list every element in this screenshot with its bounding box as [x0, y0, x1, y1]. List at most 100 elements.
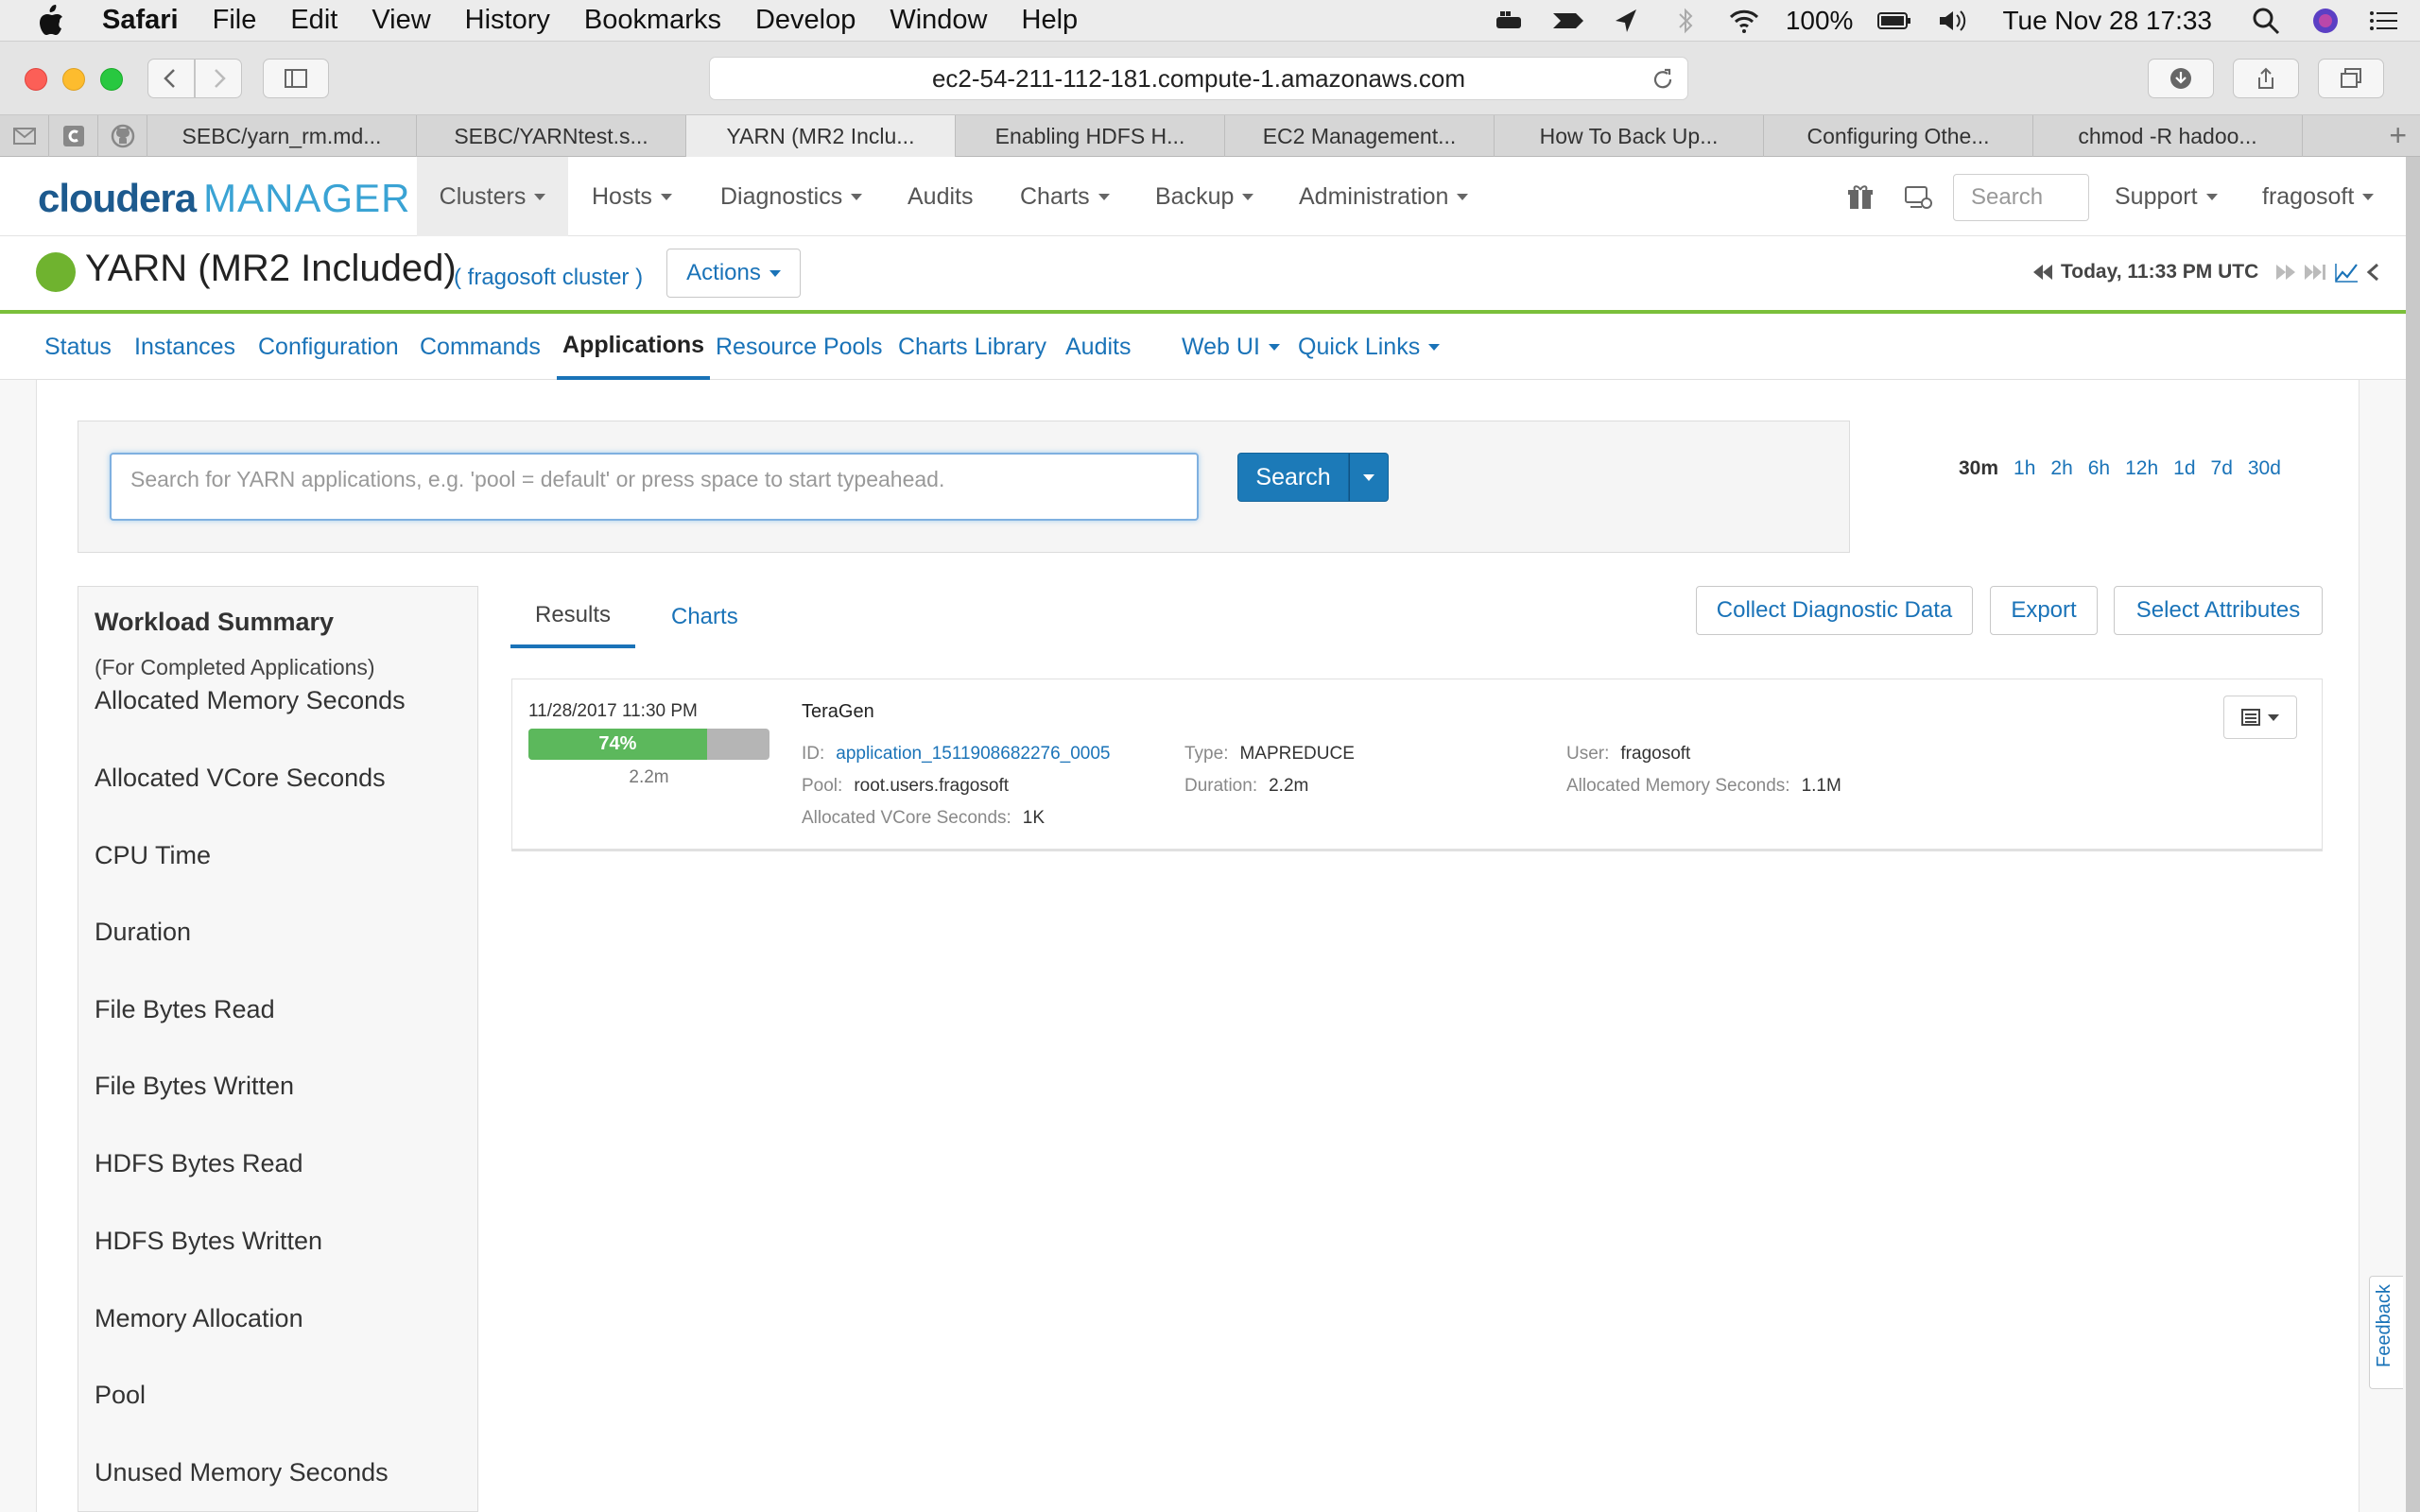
- subnav-instances[interactable]: Instances: [134, 314, 235, 380]
- subnav-web-ui[interactable]: Web UI: [1182, 314, 1280, 380]
- workload-item[interactable]: Memory Allocation: [95, 1304, 303, 1333]
- subnav-quick-links[interactable]: Quick Links: [1298, 314, 1441, 380]
- app-actions-menu-button[interactable]: [2223, 696, 2297, 739]
- new-tab-button[interactable]: +: [2303, 115, 2420, 156]
- workload-item[interactable]: CPU Time: [95, 841, 211, 870]
- select-attributes-button[interactable]: Select Attributes: [2114, 586, 2323, 635]
- range-30m[interactable]: 30m: [1959, 457, 1998, 480]
- workload-item[interactable]: Unused Memory Seconds: [95, 1458, 389, 1487]
- running-commands-icon[interactable]: [1903, 183, 1933, 212]
- menu-file[interactable]: File: [213, 5, 257, 36]
- close-window-button[interactable]: [25, 68, 47, 91]
- gift-icon[interactable]: [1846, 183, 1875, 212]
- fast-forward-icon[interactable]: [2275, 263, 2296, 282]
- tab-configuring-other[interactable]: Configuring Othe...: [1764, 115, 2033, 157]
- actions-button[interactable]: Actions: [666, 249, 801, 298]
- yarn-app-search-input[interactable]: Search for YARN applications, e.g. 'pool…: [110, 453, 1199, 521]
- tab-yarn-mr2[interactable]: YARN (MR2 Inclu...: [686, 115, 956, 157]
- wifi-icon[interactable]: [1727, 6, 1761, 36]
- tab-enabling-hdfs[interactable]: Enabling HDFS H...: [956, 115, 1225, 157]
- tab-overview-button[interactable]: [2318, 59, 2384, 98]
- range-7d[interactable]: 7d: [2211, 457, 2233, 480]
- tab-results[interactable]: Results: [510, 586, 635, 648]
- docker-icon[interactable]: [1493, 6, 1527, 36]
- nav-charts[interactable]: Charts: [1020, 157, 1110, 236]
- address-bar[interactable]: ec2-54-211-112-181.compute-1.amazonaws.c…: [709, 57, 1688, 100]
- search-options-dropdown[interactable]: [1349, 453, 1389, 502]
- nav-hosts[interactable]: Hosts: [592, 157, 672, 236]
- transfer-icon[interactable]: [1551, 6, 1585, 36]
- minimize-window-button[interactable]: [62, 68, 85, 91]
- workload-item[interactable]: Pool: [95, 1381, 146, 1410]
- workload-item[interactable]: Allocated Memory Seconds: [95, 686, 406, 715]
- tab-sebc-yarn-rm[interactable]: SEBC/yarn_rm.md...: [147, 115, 417, 157]
- menu-help[interactable]: Help: [1022, 5, 1079, 36]
- range-1d[interactable]: 1d: [2173, 457, 2195, 480]
- battery-icon[interactable]: [1877, 6, 1911, 36]
- reload-icon[interactable]: [1650, 66, 1676, 93]
- forward-button[interactable]: [195, 59, 242, 98]
- range-2h[interactable]: 2h: [2050, 457, 2072, 480]
- downloads-button[interactable]: [2148, 59, 2214, 98]
- sidebar-toggle-button[interactable]: [263, 59, 329, 98]
- workload-item[interactable]: Allocated VCore Seconds: [95, 764, 386, 793]
- range-30d[interactable]: 30d: [2248, 457, 2281, 480]
- menu-develop[interactable]: Develop: [755, 5, 856, 36]
- back-button[interactable]: [147, 59, 195, 98]
- export-button[interactable]: Export: [1990, 586, 2098, 635]
- menu-window[interactable]: Window: [890, 5, 987, 36]
- nav-audits[interactable]: Audits: [908, 157, 973, 236]
- tab-ec2-management[interactable]: EC2 Management...: [1225, 115, 1495, 157]
- clock[interactable]: Tue Nov 28 17:33: [2002, 6, 2212, 36]
- pinned-tab-mail[interactable]: [0, 115, 49, 157]
- apple-icon[interactable]: [38, 4, 64, 37]
- volume-icon[interactable]: [1936, 6, 1970, 36]
- cloudera-manager-logo[interactable]: cloudera MANAGER: [38, 176, 410, 221]
- nav-clusters[interactable]: Clusters: [417, 157, 568, 236]
- cluster-link[interactable]: ( fragosoft cluster ): [454, 265, 643, 291]
- feedback-tab[interactable]: Feedback: [2369, 1276, 2403, 1389]
- location-arrow-icon[interactable]: [1610, 6, 1644, 36]
- range-12h[interactable]: 12h: [2125, 457, 2158, 480]
- range-6h[interactable]: 6h: [2088, 457, 2110, 480]
- current-time-label[interactable]: Today, 11:33 PM UTC: [2061, 261, 2258, 284]
- workload-item[interactable]: File Bytes Read: [95, 995, 275, 1024]
- app-id-link[interactable]: application_1511908682276_0005: [836, 744, 1110, 764]
- workload-item[interactable]: Duration: [95, 918, 191, 947]
- subnav-audits[interactable]: Audits: [1065, 314, 1131, 380]
- subnav-status[interactable]: Status: [44, 314, 112, 380]
- chart-line-icon[interactable]: [2334, 262, 2359, 283]
- menu-bookmarks[interactable]: Bookmarks: [584, 5, 721, 36]
- collapse-left-icon[interactable]: [2366, 263, 2381, 282]
- siri-icon[interactable]: [2308, 6, 2342, 36]
- nav-backup[interactable]: Backup: [1155, 157, 1254, 236]
- rewind-icon[interactable]: [2032, 263, 2053, 282]
- workload-item[interactable]: HDFS Bytes Read: [95, 1149, 303, 1178]
- share-button[interactable]: [2233, 59, 2299, 98]
- subnav-applications[interactable]: Applications: [557, 314, 711, 380]
- zoom-window-button[interactable]: [100, 68, 123, 91]
- menu-edit[interactable]: Edit: [290, 5, 337, 36]
- skip-to-end-icon[interactable]: [2304, 263, 2326, 282]
- nav-support[interactable]: Support: [2115, 157, 2218, 236]
- tab-sebc-yarntest[interactable]: SEBC/YARNtest.s...: [417, 115, 686, 157]
- menu-view[interactable]: View: [372, 5, 430, 36]
- nav-diagnostics[interactable]: Diagnostics: [720, 157, 863, 236]
- tab-chmod-hadoop[interactable]: chmod -R hadoo...: [2033, 115, 2303, 157]
- workload-item[interactable]: HDFS Bytes Written: [95, 1227, 322, 1256]
- spotlight-search-icon[interactable]: [2250, 6, 2284, 36]
- notification-center-icon[interactable]: [2367, 6, 2401, 36]
- workload-item[interactable]: File Bytes Written: [95, 1072, 294, 1101]
- tab-how-to-back-up[interactable]: How To Back Up...: [1495, 115, 1764, 157]
- tab-charts[interactable]: Charts: [671, 586, 738, 648]
- range-1h[interactable]: 1h: [2014, 457, 2035, 480]
- menu-history[interactable]: History: [465, 5, 550, 36]
- global-search-input[interactable]: Search: [1953, 174, 2089, 221]
- subnav-resource-pools[interactable]: Resource Pools: [716, 314, 882, 380]
- nav-user[interactable]: fragosoft: [2262, 157, 2375, 236]
- menu-safari[interactable]: Safari: [102, 5, 179, 36]
- search-button[interactable]: Search: [1237, 453, 1349, 502]
- nav-administration[interactable]: Administration: [1299, 157, 1469, 236]
- subnav-commands[interactable]: Commands: [420, 314, 541, 380]
- pinned-tab-c[interactable]: [49, 115, 98, 157]
